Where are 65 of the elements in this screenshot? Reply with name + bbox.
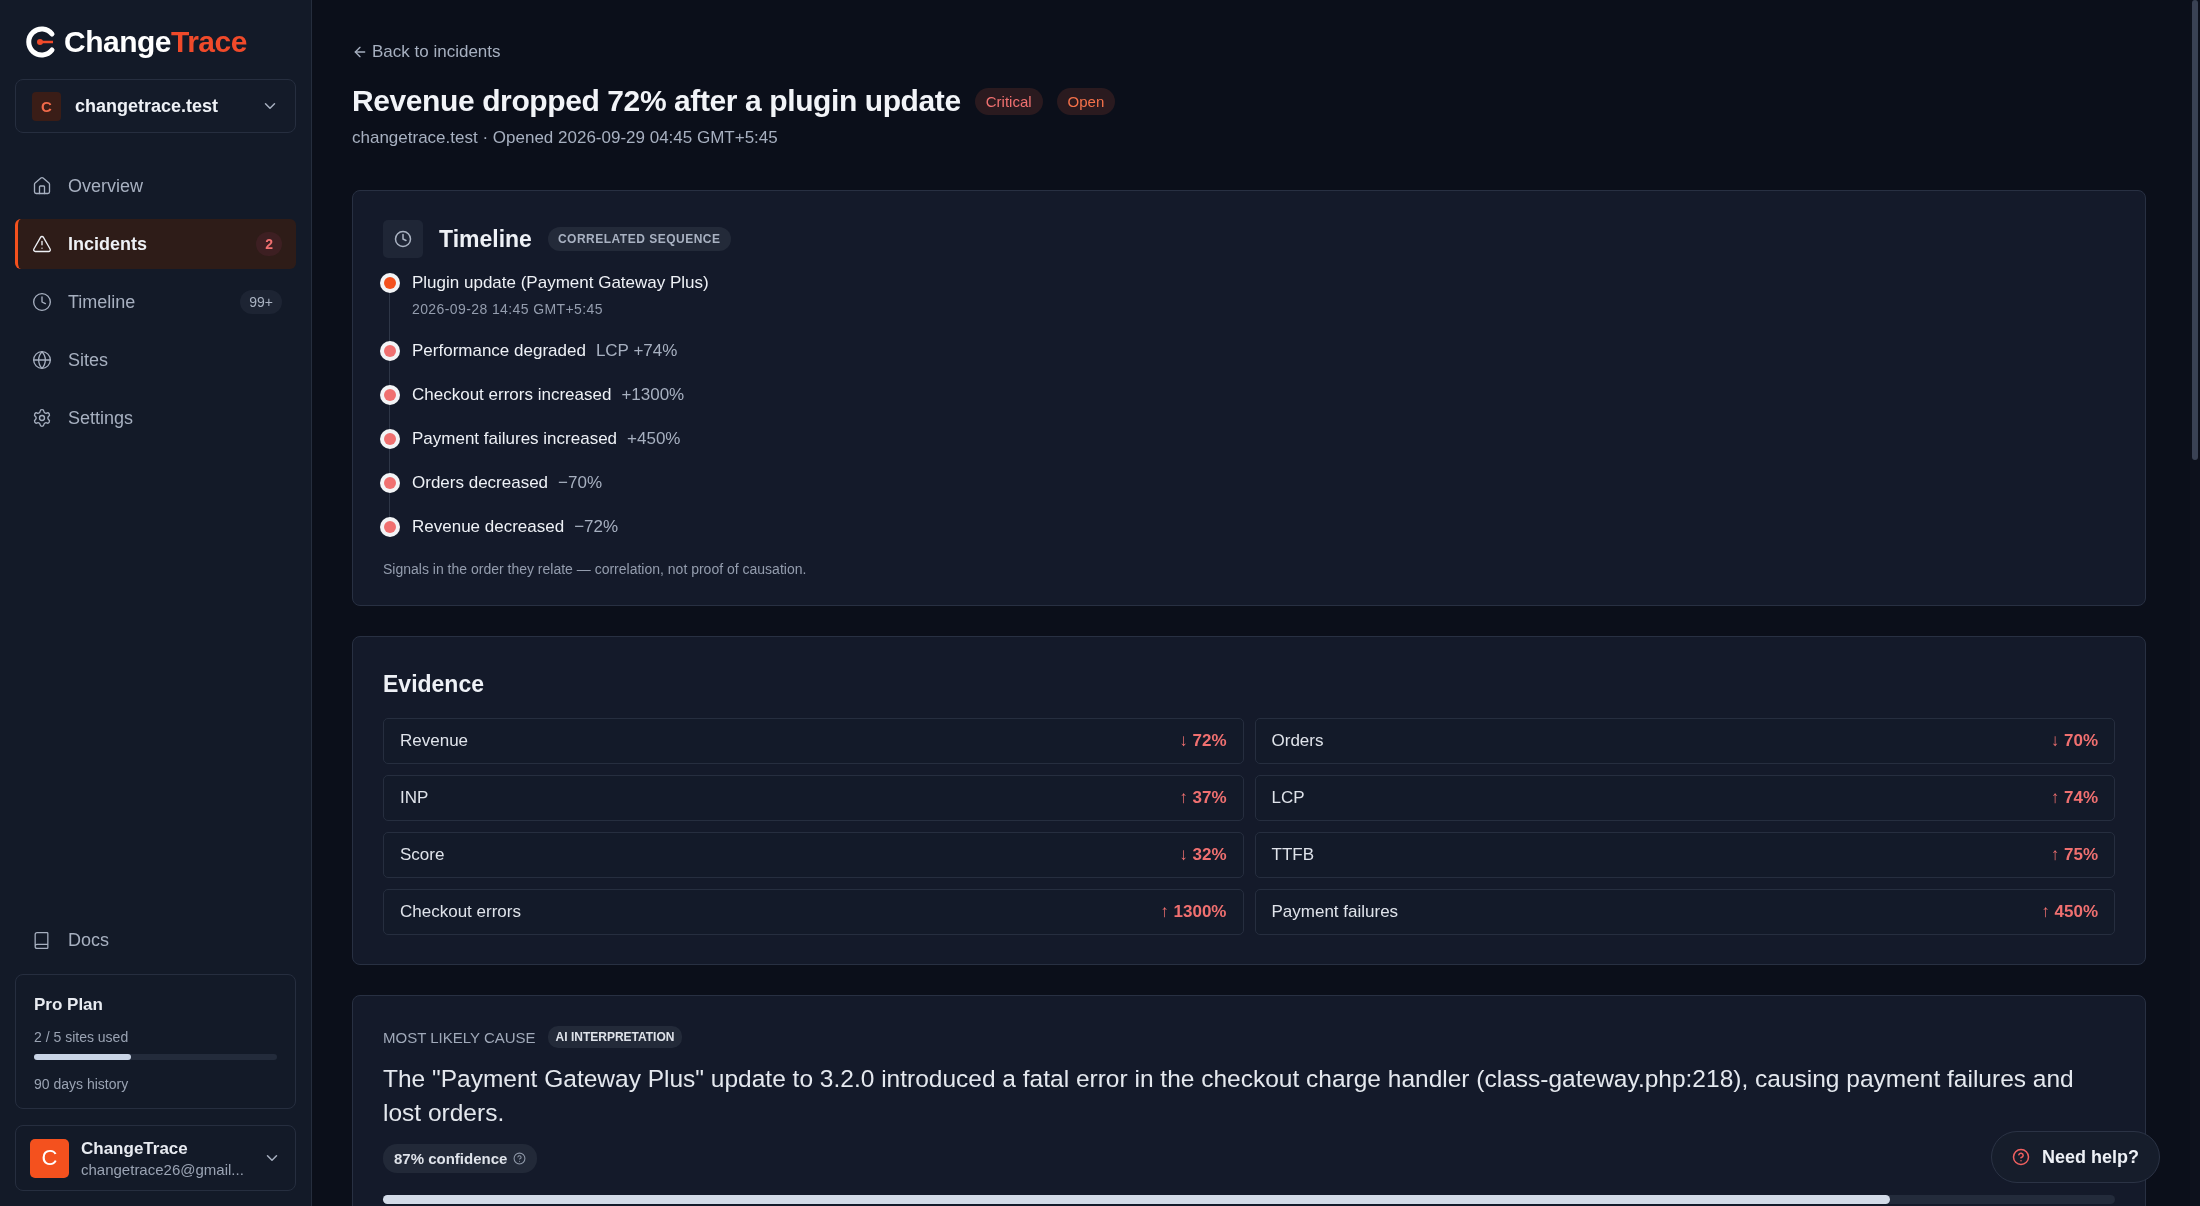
event-delta: −72% <box>574 517 619 537</box>
card-title: Evidence <box>383 671 485 698</box>
event-time: 2026-09-28 14:45 GMT+5:45 <box>412 301 604 317</box>
status-badge: Open <box>1056 87 1116 115</box>
event-label: Plugin update (Payment Gateway Plus) <box>412 273 709 293</box>
metric-change: ↑ 75% <box>2050 845 2098 865</box>
help-icon <box>2012 1148 2030 1166</box>
sequence-tag: CORRELATED SEQUENCE <box>547 227 731 251</box>
event-label: Payment failures increased <box>412 429 618 449</box>
clock-icon <box>32 292 52 312</box>
metric-change: ↓ 72% <box>1179 731 1227 751</box>
incident-title: Revenue dropped 72% after a plugin update <box>352 84 961 118</box>
metric-label: TTFB <box>1271 845 1315 865</box>
ai-tag: AI INTERPRETATION <box>547 1026 683 1048</box>
event-label: Revenue decreased <box>412 517 565 537</box>
arrow-left-icon <box>352 44 368 60</box>
nav-item[interactable]: Sites <box>15 335 296 385</box>
section-label: MOST LIKELY CAUSE <box>383 1028 536 1046</box>
plan-history: 90 days history <box>34 1076 130 1092</box>
clock-icon <box>383 220 423 258</box>
globe-icon <box>32 350 52 370</box>
event-label: Checkout errors increased <box>412 385 612 405</box>
severity-badge: Critical <box>974 87 1043 115</box>
book-icon <box>32 930 51 950</box>
metric-label: Revenue <box>400 731 470 751</box>
metric-label: LCP <box>1271 788 1306 808</box>
nav-item[interactable]: Settings <box>15 393 296 443</box>
metric-change: ↑ 1300% <box>1160 902 1227 922</box>
metric-change: ↓ 70% <box>2050 731 2098 751</box>
docs-link[interactable]: Docs <box>15 920 296 960</box>
site-selector[interactable]: C changetrace.test <box>15 79 296 133</box>
back-link[interactable]: Back to incidents <box>352 42 501 62</box>
metric-label: Payment failures <box>1271 902 1400 922</box>
event-label: Orders decreased <box>412 473 549 493</box>
settings-icon <box>32 408 52 428</box>
plan-title: Pro Plan <box>34 995 104 1015</box>
event-label: Performance degraded <box>412 341 586 361</box>
help-icon <box>513 1152 527 1165</box>
metric-label: Score <box>400 845 446 865</box>
nav-item[interactable]: Timeline 99+ <box>15 277 296 327</box>
home-icon <box>32 176 52 196</box>
metric-change: ↓ 32% <box>1179 845 1227 865</box>
event-delta: −70% <box>558 473 603 493</box>
timeline-note: Signals in the order they relate — correlation, not proof of causation. <box>383 561 808 577</box>
metric-label: Orders <box>1271 731 1325 751</box>
event-delta: +1300% <box>621 385 685 405</box>
plan-usage: 2 / 5 sites used <box>34 1029 130 1045</box>
warning-icon <box>32 234 52 254</box>
cause-text: The "Payment Gateway Plus" update to 3.2.0 introduced a fatal error in the checkout charge handler (class-gateway.php:218), causing payment failures and lost orders. <box>383 1064 2075 1128</box>
event-delta: LCP +74% <box>595 341 678 361</box>
metric-change: ↑ 37% <box>1179 788 1227 808</box>
metric-change: ↑ 450% <box>2041 902 2098 922</box>
incident-meta: changetrace.test · Opened 2026-09-29 04:45 GMT+5:45 <box>352 128 779 148</box>
metric-label: Checkout errors <box>400 902 522 922</box>
logo-text: ChangeTrace <box>64 25 247 59</box>
logo-icon <box>24 25 58 59</box>
nav-item[interactable]: Incidents 2 <box>15 219 296 269</box>
help-button[interactable]: Need help? <box>1991 1131 2160 1183</box>
card-title: Timeline <box>439 225 532 253</box>
metric-label: INP <box>400 788 430 808</box>
event-delta: +450% <box>627 429 681 449</box>
metric-change: ↑ 74% <box>2050 788 2098 808</box>
nav-item[interactable]: Overview <box>15 161 296 211</box>
confidence-badge: 87% confidence <box>383 1144 538 1173</box>
account-menu[interactable]: C ChangeTrace changetrace26@gmail... <box>15 1125 296 1191</box>
